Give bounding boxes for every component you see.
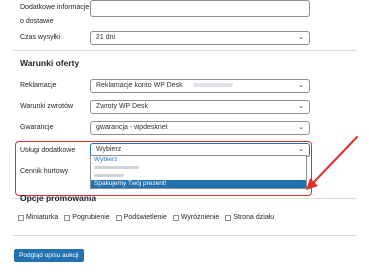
annotation-highlight-box (15, 141, 312, 196)
delivery-info-input[interactable] (90, 0, 310, 17)
promotion-options-title: Opcje promowania (20, 193, 97, 203)
chevron-down-icon: ⌄ (298, 82, 304, 89)
warranty-value: gwarancja - wpdesknet (96, 124, 168, 131)
promo-option-highlight[interactable]: Podświetlenie (115, 214, 167, 221)
returns-value: Zwroty WP Desk (96, 103, 148, 110)
shipping-time-label: Czas wysyłki (20, 34, 61, 41)
promo-option-label: Wyróżnienie (180, 214, 220, 221)
checkbox[interactable] (18, 214, 24, 221)
offer-terms-title: Warunki oferty (20, 58, 80, 68)
checkbox[interactable] (64, 214, 71, 221)
complaints-select[interactable]: Reklamacje konto WP Desk ⌄ (90, 79, 310, 93)
returns-select[interactable]: Zwroty WP Desk ⌄ (90, 100, 310, 114)
checkbox[interactable] (115, 214, 122, 221)
promo-option-label: Miniaturka (26, 214, 59, 221)
settings-panel: Dodatkowe informacje o dostawie Czas wys… (0, 0, 369, 277)
delivery-info-label-line2: o dostawie (20, 18, 54, 25)
divider (12, 50, 357, 51)
returns-label: Warunki zwrotów (20, 103, 74, 110)
promo-option-category-page[interactable]: Strona działu (225, 214, 274, 221)
shipping-time-value: 21 dni (96, 34, 116, 41)
warranty-select[interactable]: gwarancja - wpdesknet ⌄ (90, 121, 310, 135)
delivery-info-label: Dodatkowe informacje o dostawie (20, 3, 89, 27)
redacted-text (192, 83, 233, 88)
preview-description-button[interactable]: Podgląd opisu aukcji (14, 249, 84, 262)
complaints-value: Reklamacje konto WP Desk (96, 82, 183, 89)
promo-option-bold[interactable]: Pogrubienie (64, 214, 110, 221)
chevron-down-icon: ⌄ (298, 103, 304, 110)
shipping-time-select[interactable]: 21 dni ⌄ (90, 31, 310, 45)
promo-option-thumbnail[interactable]: Miniaturka (18, 214, 58, 221)
divider (12, 235, 357, 236)
warranty-label: Gwarancje (20, 124, 54, 131)
complaints-label: Reklamacje (20, 82, 57, 89)
promo-option-label: Strona działu (233, 214, 275, 221)
promo-option-featured[interactable]: Wyróżnienie (172, 214, 220, 221)
promo-option-label: Podświetlenie (123, 214, 167, 221)
delivery-info-label-line1: Dodatkowe informacje (20, 4, 90, 11)
page: Dodatkowe informacje o dostawie Czas wys… (0, 0, 369, 277)
checkbox[interactable] (225, 214, 232, 221)
chevron-down-icon: ⌄ (298, 124, 304, 131)
chevron-down-icon: ⌄ (298, 34, 304, 41)
checkbox[interactable] (172, 214, 179, 221)
promo-option-label: Pogrubienie (72, 214, 110, 221)
promotion-options: Miniaturka Pogrubienie Podświetlenie Wyr… (18, 214, 274, 221)
